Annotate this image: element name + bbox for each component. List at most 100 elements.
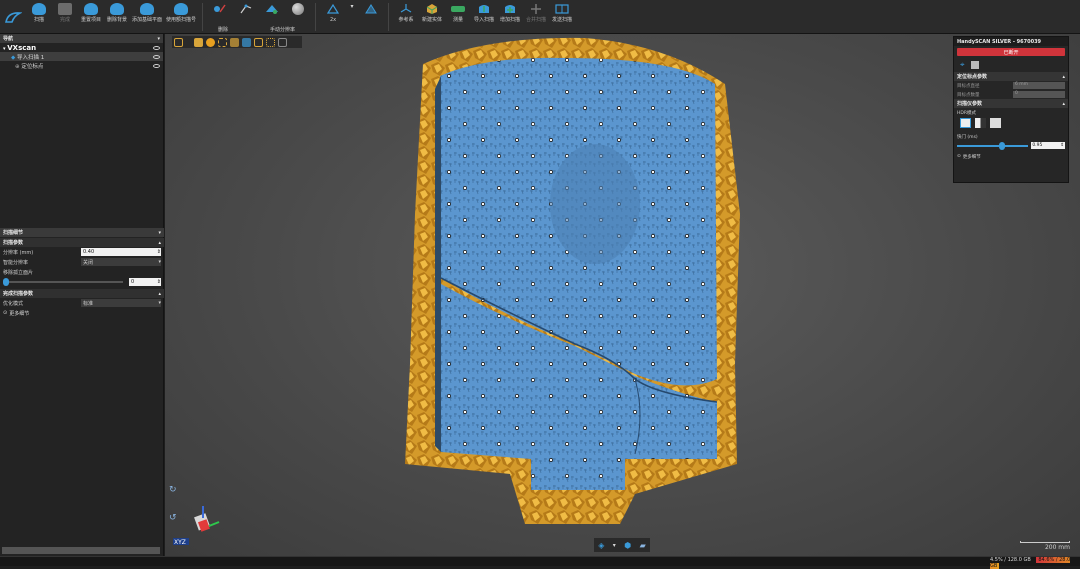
hdr-mode-auto-icon[interactable] xyxy=(960,118,971,128)
perspective-icon[interactable]: ▰ xyxy=(640,541,646,550)
eye-icon[interactable] xyxy=(153,63,160,68)
device-more-details[interactable]: ⊙ 更多细节 xyxy=(954,152,1068,161)
select-tool-button[interactable] xyxy=(209,0,231,15)
app-logo-icon[interactable] xyxy=(0,0,26,34)
scan-details-header[interactable]: 扫描细节 ▾ xyxy=(0,228,164,237)
hdr-mode-half-icon[interactable] xyxy=(975,118,986,128)
send-scan-button[interactable]: 发送扫描 xyxy=(551,0,573,23)
add-scan-icon xyxy=(505,5,516,13)
spinner-icon[interactable]: ⇕ xyxy=(1060,143,1064,148)
nav-header[interactable]: 导航 ▾ xyxy=(0,34,163,43)
spinner-icon[interactable]: ⇕ xyxy=(157,279,161,285)
new-entity-button[interactable]: 新建实体 xyxy=(421,0,443,23)
view-orient-icon[interactable]: ◈ xyxy=(598,541,604,550)
clip-icon[interactable] xyxy=(254,37,263,47)
chevron-down-icon[interactable] xyxy=(186,38,191,47)
sphere-icon xyxy=(292,3,305,15)
scan-mesh[interactable]: XYZ ↻ ↺ xyxy=(165,34,1080,556)
scan-icon xyxy=(32,3,46,15)
import-scan-button[interactable]: 导入扫描 xyxy=(473,0,495,23)
select-brush-icon xyxy=(214,4,226,13)
scale-label: 200 mm xyxy=(1044,544,1070,551)
chevron-up-icon[interactable]: ▴ xyxy=(1062,101,1065,107)
finish-button[interactable]: 完成 xyxy=(54,0,76,23)
measure-button[interactable]: 测量 xyxy=(447,0,469,23)
arrows-icon[interactable] xyxy=(242,37,251,47)
snap-icon[interactable] xyxy=(230,37,239,47)
reference-system-button[interactable]: 参考系 xyxy=(395,0,417,23)
brush-tool-button[interactable] xyxy=(261,0,283,15)
reset-project-button[interactable]: 重置项目 xyxy=(80,0,102,23)
hdr-mode-grid-icon[interactable] xyxy=(990,118,1001,128)
3d-viewport[interactable]: XYZ ↻ ↺ xyxy=(165,34,1080,556)
entity-icon xyxy=(426,4,438,14)
target-icon[interactable]: ⌖ xyxy=(960,60,965,70)
finish-params-header[interactable]: 完成扫描参数 ▴ xyxy=(0,289,164,298)
eye-icon[interactable] xyxy=(153,54,160,59)
chevron-up-icon[interactable]: ▴ xyxy=(158,240,161,246)
chevron-up-icon[interactable]: ▴ xyxy=(158,291,161,297)
resolution-button[interactable]: 2x xyxy=(322,0,344,23)
left-scrollbar[interactable] xyxy=(2,547,160,554)
scan-params-header[interactable]: 扫描参数 ▴ xyxy=(0,238,164,247)
resolution-dropdown[interactable]: ▾ xyxy=(348,0,356,10)
surface-mode-icon[interactable] xyxy=(194,37,203,47)
use-scan-number-button[interactable]: 使用额扫描号 xyxy=(166,0,196,23)
sphere-tool-button[interactable] xyxy=(287,0,309,15)
shutter-input[interactable]: 0.95 ⇕ xyxy=(1031,142,1065,149)
select-mode-icon[interactable] xyxy=(174,37,183,47)
scan-button[interactable]: 扫描 xyxy=(28,0,50,23)
remove-background-icon xyxy=(110,3,124,15)
target-diameter-row: 目标点直径 6 mm xyxy=(954,81,1068,90)
resolution-group-label: 手动分辨率 xyxy=(270,27,296,33)
disconnect-button[interactable]: 已断开 xyxy=(957,48,1065,56)
chevron-down-icon[interactable]: ▾ xyxy=(158,230,161,236)
remove-isolated-slider[interactable] xyxy=(3,278,123,286)
mesh-button[interactable] xyxy=(360,0,382,15)
chevron-down-icon[interactable]: ▾ xyxy=(613,542,616,549)
position-params-header[interactable]: 定位标点参数 ▴ xyxy=(954,72,1068,81)
lasso-tool-button[interactable] xyxy=(235,0,257,15)
smart-resolution-select[interactable]: 关闭 ▾ xyxy=(81,258,161,266)
shutter-slider[interactable] xyxy=(957,141,1029,150)
crosshair-icon[interactable] xyxy=(218,37,227,47)
hdr-label: HDR模式 xyxy=(957,110,976,116)
rotate-mode-icon[interactable]: ↻ xyxy=(169,485,177,495)
brush-icon xyxy=(266,5,279,14)
color-mode-icon[interactable] xyxy=(206,37,215,47)
more-details-link[interactable]: ⊙ 更多细节 xyxy=(0,308,164,318)
merge-scan-button[interactable]: 合并扫描 xyxy=(525,0,547,23)
slider-handle[interactable] xyxy=(3,278,9,286)
scanner-params-header[interactable]: 扫描仪参数 ▴ xyxy=(954,99,1068,108)
tree-item-targets[interactable]: ⊕ 定位标点 xyxy=(0,61,163,70)
rotate-axis-icon[interactable]: ↺ xyxy=(169,513,177,523)
eye-icon[interactable] xyxy=(153,45,160,50)
tree-root[interactable]: ▾ VXscan xyxy=(0,43,163,52)
add-scan-button[interactable]: 增加扫描 xyxy=(499,0,521,23)
remove-isolated-input[interactable]: 0 ⇕ xyxy=(129,278,161,286)
device-panel: HandySCAN SILVER - 9670039 已断开 ⌖ 定位标点参数 … xyxy=(953,36,1069,183)
view-toolbar: ◈ ▾ ⬢ ▰ xyxy=(594,538,650,552)
expand-icon: ⊙ xyxy=(3,310,8,316)
remove-isolated-row: 移除孤立面片 xyxy=(3,269,34,276)
target-diameter-field[interactable]: 6 mm xyxy=(1013,82,1065,89)
tree-item-scan[interactable]: ◆ 导入扫描 1 xyxy=(0,52,163,61)
slider-handle[interactable] xyxy=(998,141,1005,150)
chevron-down-icon[interactable]: ▾ xyxy=(157,36,160,42)
remove-background-button[interactable]: 删除背景 xyxy=(106,0,128,23)
chevron-up-icon[interactable]: ▴ xyxy=(1062,74,1065,80)
spinner-icon[interactable]: ⇕ xyxy=(157,249,161,255)
box-icon[interactable] xyxy=(266,37,275,47)
chevron-down-icon[interactable] xyxy=(290,38,295,47)
chevron-down-icon: ▾ xyxy=(158,300,161,306)
optimize-select[interactable]: 标准 ▾ xyxy=(81,299,161,307)
options-icon[interactable] xyxy=(278,37,287,47)
cube-view-icon[interactable]: ⬢ xyxy=(624,541,631,550)
resolution-input[interactable]: 0.40 ⇕ xyxy=(81,248,161,256)
add-base-plane-button[interactable]: 添加基础平面 xyxy=(132,0,162,23)
axis-gizmo[interactable]: XYZ xyxy=(173,506,220,546)
cube-icon[interactable] xyxy=(970,61,979,69)
target-count-row: 目标点数量 0 xyxy=(954,90,1068,99)
target-count-field[interactable]: 0 xyxy=(1013,91,1065,98)
toolbar-separator xyxy=(202,3,204,31)
